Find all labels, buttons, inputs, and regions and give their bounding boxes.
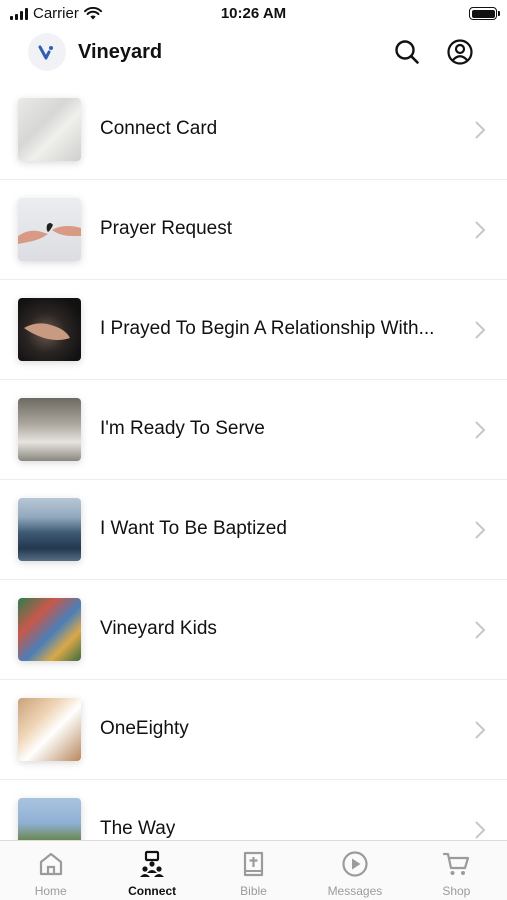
list-item-ready-to-serve[interactable]: I'm Ready To Serve [0, 380, 507, 480]
profile-icon [447, 39, 473, 65]
list-item-vineyard-kids[interactable]: Vineyard Kids [0, 580, 507, 680]
list-item-connect-card[interactable]: Connect Card [0, 80, 507, 180]
list-item-label: Connect Card [100, 118, 218, 139]
connect-list: Connect Card Prayer Request I Prayed To … [0, 80, 507, 840]
tab-label: Connect [128, 884, 177, 898]
prayer-request-thumbnail [18, 198, 81, 261]
ready-to-serve-thumbnail [18, 398, 81, 461]
cart-icon [443, 852, 470, 875]
chevron-right-icon [475, 521, 486, 539]
vineyard-kids-thumbnail [18, 598, 81, 661]
tab-label: Bible [240, 884, 267, 898]
list-item-label: I Prayed To Begin A Relationship With... [100, 318, 435, 339]
play-icon [342, 851, 368, 877]
list-item-oneeighty[interactable]: OneEighty [0, 680, 507, 780]
oneeighty-thumbnail [18, 698, 81, 761]
app-title: Vineyard [78, 41, 163, 63]
the-way-thumbnail [18, 798, 81, 840]
list-item-the-way[interactable]: The Way [0, 780, 507, 840]
tab-label: Home [34, 884, 67, 898]
chevron-right-icon [475, 221, 486, 239]
search-icon [395, 40, 419, 64]
list-item-label: OneEighty [100, 718, 189, 739]
relationship-thumbnail [18, 298, 81, 361]
vineyard-logo[interactable] [28, 33, 66, 71]
status-bar: Carrier 10:26 AM [0, 0, 507, 28]
chevron-right-icon [475, 421, 486, 439]
bible-icon [243, 851, 263, 877]
list-item-baptized[interactable]: I Want To Be Baptized [0, 480, 507, 580]
list-item-label: I'm Ready To Serve [100, 418, 265, 439]
chevron-right-icon [475, 821, 486, 839]
tab-bible[interactable]: Bible [203, 841, 304, 900]
app-header: Vineyard [0, 28, 507, 78]
list-item-prayer-request[interactable]: Prayer Request [0, 180, 507, 280]
status-time: 10:26 AM [220, 5, 287, 22]
tab-bar: Home Connect Bible Messages Shop [0, 840, 507, 900]
baptized-thumbnail [18, 498, 81, 561]
tab-label: Shop [442, 884, 471, 898]
tab-messages[interactable]: Messages [304, 841, 405, 900]
chevron-right-icon [475, 121, 486, 139]
chevron-right-icon [475, 621, 486, 639]
search-button[interactable] [393, 38, 421, 66]
chevron-right-icon [475, 721, 486, 739]
tab-shop[interactable]: Shop [406, 841, 507, 900]
chevron-right-icon [475, 321, 486, 339]
vineyard-logo-icon [38, 45, 53, 60]
tab-connect[interactable]: Connect [101, 841, 202, 900]
list-item-label: Prayer Request [100, 218, 233, 239]
tab-label: Messages [327, 884, 383, 898]
connect-icon [140, 850, 165, 877]
list-item-label: Vineyard Kids [100, 618, 217, 639]
profile-button[interactable] [446, 38, 474, 66]
battery-icon [469, 7, 500, 20]
list-item-label: The Way [100, 818, 176, 839]
home-icon [39, 852, 62, 876]
list-item-label: I Want To Be Baptized [100, 518, 287, 539]
connect-card-thumbnail [18, 98, 81, 161]
tab-home[interactable]: Home [0, 841, 101, 900]
list-item-relationship[interactable]: I Prayed To Begin A Relationship With... [0, 280, 507, 380]
